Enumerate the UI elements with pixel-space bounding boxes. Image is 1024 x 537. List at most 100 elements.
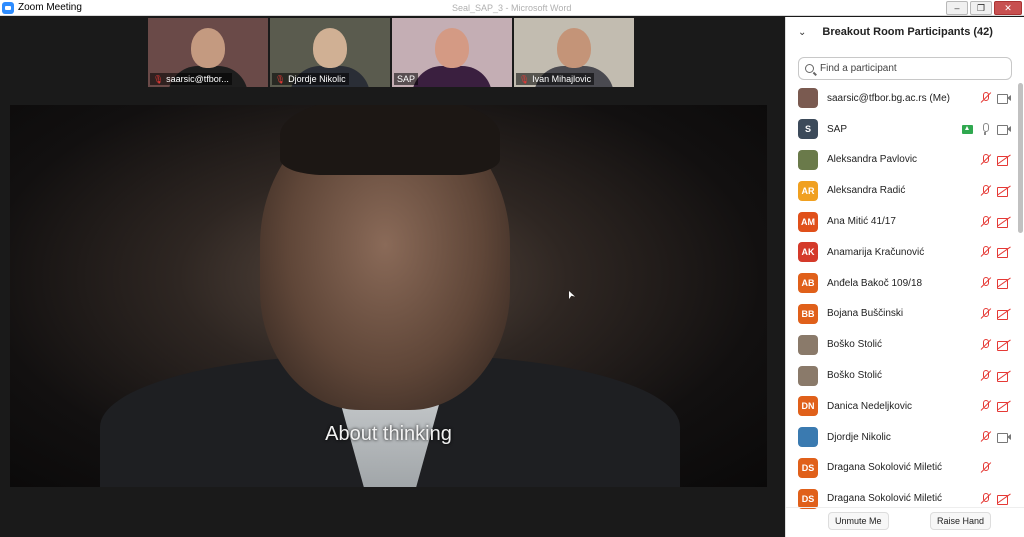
zoom-app-icon bbox=[2, 1, 14, 14]
participant-status-icons bbox=[979, 369, 1011, 382]
avatar: AM bbox=[798, 211, 818, 232]
camera-off-icon[interactable] bbox=[997, 217, 1011, 228]
participant-list: saarsic@tfbor.bg.ac.rs (Me) S SAP Aleksandr… bbox=[786, 83, 1015, 509]
camera-off-icon[interactable] bbox=[997, 309, 1011, 320]
participant-status-icons bbox=[979, 431, 1011, 444]
chevron-down-icon[interactable]: ⌄ bbox=[798, 27, 806, 38]
mic-muted-icon[interactable] bbox=[979, 338, 991, 351]
video-subtitle: About thinking bbox=[325, 423, 452, 445]
camera-off-icon[interactable] bbox=[997, 371, 1011, 382]
window-controls: – ❐ ✕ bbox=[944, 0, 1022, 16]
camera-off-icon[interactable] bbox=[997, 494, 1011, 505]
participant-status-icons bbox=[979, 277, 1011, 290]
mic-muted-icon[interactable] bbox=[979, 277, 991, 289]
participant-row[interactable]: Djordje Nikolic bbox=[786, 422, 1015, 453]
participant-row[interactable]: BB Bojana Buščinski bbox=[786, 299, 1015, 330]
camera-off-icon[interactable] bbox=[997, 401, 1011, 413]
avatar: DN bbox=[798, 396, 818, 417]
participant-status-icons bbox=[979, 215, 1011, 228]
avatar: BB bbox=[798, 303, 818, 324]
camera-icon[interactable] bbox=[997, 93, 1011, 105]
camera-off-icon[interactable] bbox=[997, 247, 1011, 259]
mic-muted-icon[interactable] bbox=[979, 92, 991, 104]
participant-row[interactable]: AM Ana Mitić 41/17 bbox=[786, 206, 1015, 237]
participant-status-icons bbox=[979, 307, 1011, 320]
close-icon[interactable]: ✕ bbox=[994, 1, 1022, 15]
participant-row[interactable]: AB Anđela Bakoč 109/18 bbox=[786, 268, 1015, 299]
participant-search[interactable] bbox=[798, 57, 1012, 80]
avatar bbox=[798, 334, 818, 355]
meeting-stage: 🎙 saarsic@tfbor... 🎙 Djordje Nikolic SAP 🎙 Iva… bbox=[0, 17, 785, 537]
avatar: DS bbox=[798, 457, 818, 478]
thumbnail-label: SAP bbox=[394, 73, 419, 85]
camera-off-icon[interactable] bbox=[997, 340, 1011, 351]
camera-off-icon[interactable] bbox=[997, 155, 1011, 166]
mic-muted-icon[interactable] bbox=[979, 400, 991, 412]
participants-panel: ⌄ Breakout Room Participants (42) saarsi… bbox=[785, 17, 1024, 537]
video-thumbnail[interactable]: 🎙 Ivan Mihajlovic bbox=[514, 18, 634, 87]
participant-row[interactable]: saarsic@tfbor.bg.ac.rs (Me) bbox=[786, 83, 1015, 114]
camera-off-icon[interactable] bbox=[997, 186, 1011, 197]
search-icon bbox=[805, 64, 814, 73]
camera-off-icon[interactable] bbox=[997, 278, 1011, 290]
video-thumbnail[interactable]: SAP bbox=[392, 18, 512, 87]
participant-status-icons bbox=[979, 492, 1011, 505]
camera-icon[interactable] bbox=[997, 124, 1011, 136]
window-title: Zoom Meeting bbox=[18, 2, 82, 13]
participant-row[interactable]: Boško Stolić bbox=[786, 329, 1015, 360]
restore-icon[interactable]: ❐ bbox=[970, 1, 992, 15]
screen-share-icon bbox=[962, 124, 973, 134]
avatar-initials: DS bbox=[801, 493, 815, 504]
participant-name: SAP bbox=[827, 123, 848, 135]
unmute-me-button[interactable]: Unmute Me bbox=[828, 512, 889, 530]
participant-scrollbar[interactable] bbox=[1016, 83, 1024, 509]
avatar: AR bbox=[798, 180, 818, 201]
participant-row[interactable]: DN Danica Nedeljkovic bbox=[786, 391, 1015, 422]
participant-row[interactable]: Aleksandra Pavlovic bbox=[786, 145, 1015, 176]
panel-footer: Unmute Me Raise Hand bbox=[786, 507, 1024, 537]
avatar: DS bbox=[798, 488, 818, 509]
participant-status-icons bbox=[979, 92, 1011, 105]
video-thumbnail[interactable]: 🎙 saarsic@tfbor... bbox=[148, 18, 268, 87]
avatar-initials: BB bbox=[801, 308, 815, 319]
participant-row[interactable]: S SAP bbox=[786, 114, 1015, 145]
participant-status-icons bbox=[962, 123, 1011, 136]
mic-muted-icon[interactable] bbox=[979, 492, 991, 505]
participant-name: Dragana Sokolović Miletić bbox=[827, 462, 943, 474]
mic-muted-icon[interactable] bbox=[979, 246, 991, 258]
mic-muted-icon[interactable] bbox=[979, 431, 991, 443]
mic-muted-icon[interactable] bbox=[979, 307, 991, 320]
search-input[interactable] bbox=[820, 63, 1000, 74]
mic-muted-icon[interactable] bbox=[979, 369, 991, 382]
participant-name: Boško Stolić bbox=[827, 339, 883, 351]
speaker-hair bbox=[280, 105, 500, 175]
thumbnail-person-head bbox=[191, 28, 225, 68]
video-thumbnail[interactable]: 🎙 Djordje Nikolic bbox=[270, 18, 390, 87]
participant-row[interactable]: DS Dragana Sokolović Miletić bbox=[786, 483, 1015, 509]
avatar: S bbox=[798, 119, 818, 140]
mic-muted-icon[interactable] bbox=[979, 153, 991, 166]
minimize-icon[interactable]: – bbox=[946, 1, 968, 15]
window-titlebar: Zoom Meeting Seal_SAP_3 - Microsoft Word… bbox=[0, 0, 1024, 16]
participant-name: Aleksandra Radić bbox=[827, 185, 906, 197]
mic-muted-icon: 🎙 bbox=[275, 74, 286, 84]
participant-name: Bojana Buščinski bbox=[827, 308, 904, 320]
mic-muted-icon[interactable] bbox=[979, 184, 991, 197]
mic-icon[interactable] bbox=[979, 123, 991, 136]
participant-row[interactable]: Boško Stolić bbox=[786, 360, 1015, 391]
participant-name: Anamarija Kračunović bbox=[827, 246, 925, 258]
participant-status-icons bbox=[979, 184, 1011, 197]
participant-status-icons bbox=[979, 246, 1011, 259]
camera-icon[interactable] bbox=[997, 432, 1011, 444]
participant-name: Danica Nedeljkovic bbox=[827, 400, 913, 412]
participant-row[interactable]: AR Aleksandra Radić bbox=[786, 175, 1015, 206]
thumbnail-person-head bbox=[435, 28, 469, 68]
mic-muted-icon[interactable] bbox=[979, 461, 991, 474]
panel-title: Breakout Room Participants (42) bbox=[822, 26, 993, 38]
thumbnail-label: 🎙 Djordje Nikolic bbox=[272, 73, 349, 85]
participant-row[interactable]: AK Anamarija Kračunović bbox=[786, 237, 1015, 268]
participant-row[interactable]: DS Dragana Sokolović Miletić bbox=[786, 453, 1015, 484]
scrollbar-thumb[interactable] bbox=[1018, 83, 1023, 233]
raise-hand-button[interactable]: Raise Hand bbox=[930, 512, 992, 530]
mic-muted-icon[interactable] bbox=[979, 215, 991, 228]
